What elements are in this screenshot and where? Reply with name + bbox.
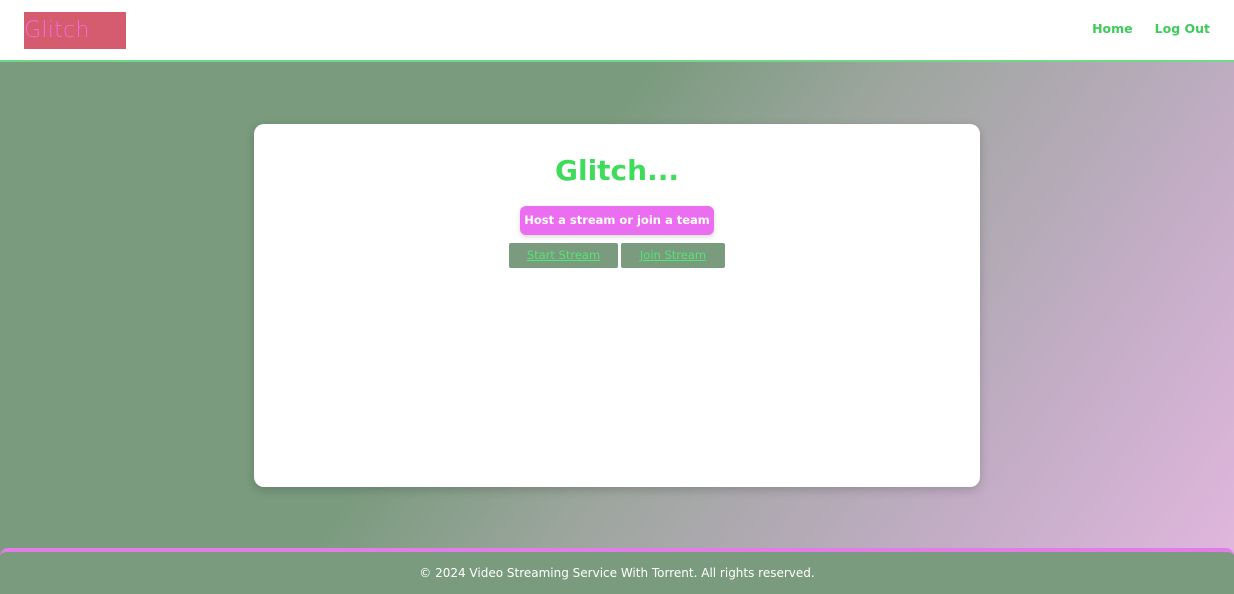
site-footer: © 2024 Video Streaming Service With Torr… bbox=[0, 548, 1234, 594]
site-header: Glitch Home Log Out bbox=[0, 0, 1234, 62]
join-stream-button[interactable]: Join Stream bbox=[621, 243, 725, 268]
logo[interactable]: Glitch bbox=[24, 12, 126, 49]
nav-logout-link[interactable]: Log Out bbox=[1155, 21, 1210, 36]
page-title: Glitch... bbox=[554, 154, 679, 187]
nav-home-link[interactable]: Home bbox=[1092, 21, 1133, 36]
footer-copyright: © 2024 Video Streaming Service With Torr… bbox=[419, 566, 815, 580]
start-stream-button[interactable]: Start Stream bbox=[509, 243, 618, 268]
host-stream-button[interactable]: Host a stream or join a team bbox=[520, 206, 714, 235]
main-nav: Home Log Out bbox=[1092, 21, 1210, 36]
main-card: Glitch... Host a stream or join a team S… bbox=[254, 124, 980, 487]
